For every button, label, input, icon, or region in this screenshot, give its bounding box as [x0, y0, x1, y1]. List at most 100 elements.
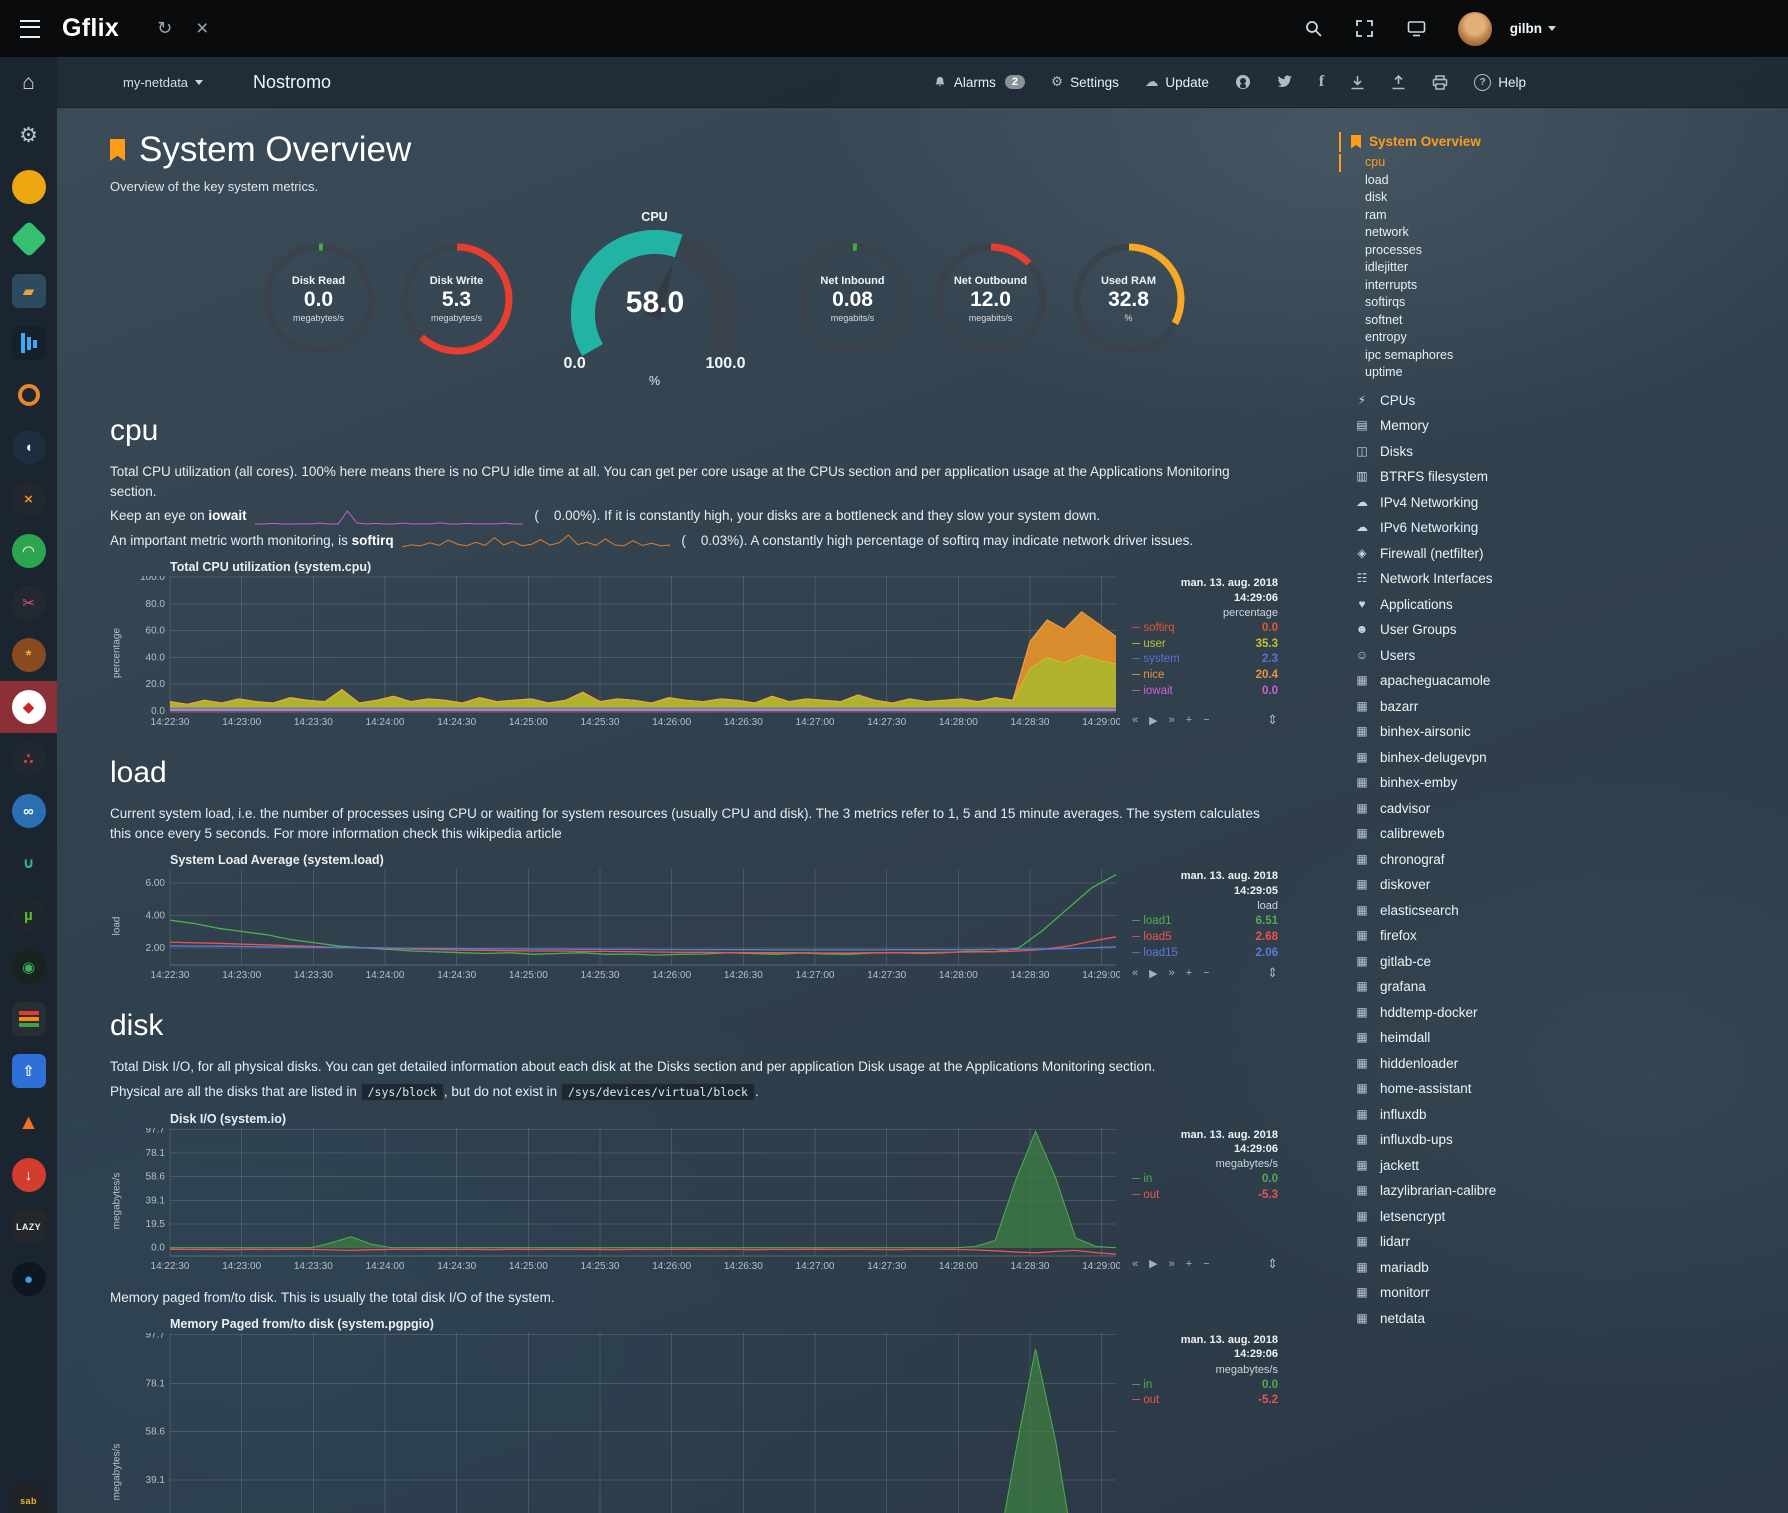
menu-sub-network[interactable]: network [1339, 224, 1788, 242]
app-pink-scissors-icon[interactable]: ✂ [0, 577, 57, 629]
menu-app-apacheguacamole[interactable]: ▦apacheguacamole [1339, 668, 1788, 694]
facebook-icon[interactable]: f [1319, 73, 1324, 91]
menu-sub-processes[interactable]: processes [1339, 242, 1788, 260]
app-green-u-icon[interactable]: µ [0, 889, 57, 941]
menu-app-heimdall[interactable]: ▦heimdall [1339, 1025, 1788, 1051]
app-shield-icon[interactable]: ◆ [0, 681, 57, 733]
chart-plot[interactable]: 14:22:3014:23:0014:23:3014:24:0014:24:30… [124, 1128, 1120, 1274]
menu-app-home-assistant[interactable]: ▦home-assistant [1339, 1076, 1788, 1102]
menu-app-hddtemp-docker[interactable]: ▦hddtemp-docker [1339, 1000, 1788, 1026]
chart-resize-handle[interactable]: ⇕ [1267, 965, 1278, 981]
menu-app-bazarr[interactable]: ▦bazarr [1339, 694, 1788, 720]
settings-gear-icon[interactable]: ⚙ [0, 109, 57, 161]
menu-disks[interactable]: ◫Disks [1339, 439, 1788, 465]
menu-sub-idlejitter[interactable]: idlejitter [1339, 259, 1788, 277]
chart-plot[interactable]: 14:22:3014:23:0014:23:3014:24:0014:24:30… [124, 869, 1120, 983]
legend-user[interactable]: ─ user35.3 [1132, 637, 1278, 653]
menu-firewall-netfilter-[interactable]: ◈Firewall (netfilter) [1339, 541, 1788, 567]
menu-app-firefox[interactable]: ▦firefox [1339, 923, 1788, 949]
chart-resize-handle[interactable]: ⇕ [1267, 712, 1278, 728]
menu-sub-cpu[interactable]: cpu [1339, 154, 1788, 172]
menu-app-lidarr[interactable]: ▦lidarr [1339, 1229, 1788, 1255]
displays-icon[interactable] [1407, 20, 1426, 37]
app-search-ring-icon[interactable] [0, 369, 57, 421]
chart-tool-button[interactable]: ▶ [1149, 1257, 1157, 1270]
chart-tool-button[interactable]: « [1132, 714, 1138, 726]
chart-tool-button[interactable]: + [1186, 1258, 1192, 1270]
legend-load5[interactable]: ─ load52.68 [1132, 930, 1278, 946]
menu-memory[interactable]: ▤Memory [1339, 413, 1788, 439]
app-orange-ball-icon[interactable] [0, 161, 57, 213]
menu-app-calibreweb[interactable]: ▦calibreweb [1339, 821, 1788, 847]
legend-in[interactable]: ─ in0.0 [1132, 1172, 1278, 1188]
menu-app-lazylibrarian-calibre[interactable]: ▦lazylibrarian-calibre [1339, 1178, 1788, 1204]
user-menu[interactable]: gilbn [1510, 21, 1556, 36]
chart-tool-button[interactable]: + [1186, 714, 1192, 726]
app-equalizer-icon[interactable] [0, 317, 57, 369]
menu-app-hiddenloader[interactable]: ▦hiddenloader [1339, 1051, 1788, 1077]
print-icon[interactable] [1432, 75, 1448, 90]
help-button[interactable]: ?Help [1474, 74, 1526, 91]
github-icon[interactable] [1235, 74, 1251, 90]
chart-tool-button[interactable]: » [1169, 967, 1175, 979]
app-green-diamond-icon[interactable] [0, 213, 57, 265]
legend-nice[interactable]: ─ nice20.4 [1132, 668, 1278, 684]
menu-sub-ipc-semaphores[interactable]: ipc semaphores [1339, 347, 1788, 365]
menu-app-monitorr[interactable]: ▦monitorr [1339, 1280, 1788, 1306]
menu-app-binhex-emby[interactable]: ▦binhex-emby [1339, 770, 1788, 796]
app-spider-icon[interactable]: * [0, 629, 57, 681]
hamburger-menu-icon[interactable] [20, 20, 40, 38]
menu-app-binhex-delugevpn[interactable]: ▦binhex-delugevpn [1339, 745, 1788, 771]
home-icon[interactable]: ⌂ [0, 57, 57, 109]
close-icon[interactable]: × [196, 17, 208, 41]
legend-load1[interactable]: ─ load16.51 [1132, 914, 1278, 930]
refresh-icon[interactable]: ↻ [157, 18, 172, 39]
app-fox-icon[interactable]: ▲ [0, 1097, 57, 1149]
menu-ipv6-networking[interactable]: ☁IPv6 Networking [1339, 515, 1788, 541]
menu-sub-interrupts[interactable]: interrupts [1339, 277, 1788, 295]
app-heimdall-icon[interactable] [0, 993, 57, 1045]
menu-cpus[interactable]: ⚡CPUs [1339, 388, 1788, 414]
app-dark-moon-icon[interactable]: ◖ [0, 421, 57, 473]
menu-user-groups[interactable]: ☻User Groups [1339, 617, 1788, 643]
menu-app-elasticsearch[interactable]: ▦elasticsearch [1339, 898, 1788, 924]
export-snapshot-icon[interactable] [1391, 75, 1406, 90]
chart-tool-button[interactable]: « [1132, 967, 1138, 979]
app-sabnzbd-icon[interactable]: sab [0, 1475, 57, 1513]
chart-plot[interactable]: 14:22:3014:23:0014:23:3014:24:0014:24:30… [124, 1333, 1120, 1513]
chart-plot[interactable]: 14:22:3014:23:0014:23:3014:24:0014:24:30… [124, 576, 1120, 730]
gauge-net-outbound[interactable]: Net Outbound12.0megabits/s [932, 240, 1050, 358]
menu-applications[interactable]: ♥Applications [1339, 592, 1788, 618]
app-dark-green-icon[interactable]: ◉ [0, 941, 57, 993]
menu-network-interfaces[interactable]: ☷Network Interfaces [1339, 566, 1788, 592]
chart-tool-button[interactable]: + [1186, 967, 1192, 979]
gauge-disk-read[interactable]: Disk Read0.0megabytes/s [260, 240, 378, 358]
menu-app-letsencrypt[interactable]: ▦letsencrypt [1339, 1204, 1788, 1230]
menu-app-gitlab-ce[interactable]: ▦gitlab-ce [1339, 949, 1788, 975]
menu-ipv4-networking[interactable]: ☁IPv4 Networking [1339, 490, 1788, 516]
menu-sub-softirqs[interactable]: softirqs [1339, 294, 1788, 312]
app-green-swirl-icon[interactable]: ◠ [0, 525, 57, 577]
gauge-cpu[interactable]: CPU58.00.0100.0% [560, 210, 750, 388]
menu-app-influxdb[interactable]: ▦influxdb [1339, 1102, 1788, 1128]
update-button[interactable]: ☁Update [1145, 74, 1209, 90]
app-download-icon[interactable]: ↓ [0, 1149, 57, 1201]
gauge-used-ram[interactable]: Used RAM32.8% [1070, 240, 1188, 358]
app-lazylibrarian-icon[interactable]: LAZY [0, 1201, 57, 1253]
chart-tool-button[interactable]: − [1203, 1258, 1209, 1270]
menu-app-influxdb-ups[interactable]: ▦influxdb-ups [1339, 1127, 1788, 1153]
legend-out[interactable]: ─ out-5.3 [1132, 1188, 1278, 1204]
legend-out[interactable]: ─ out-5.2 [1132, 1393, 1278, 1409]
chart-tool-button[interactable]: » [1169, 1258, 1175, 1270]
legend-load15[interactable]: ─ load152.06 [1132, 946, 1278, 962]
menu-sub-load[interactable]: load [1339, 172, 1788, 190]
menu-app-cadvisor[interactable]: ▦cadvisor [1339, 796, 1788, 822]
legend-system[interactable]: ─ system2.3 [1132, 652, 1278, 668]
app-blue-cloud-icon[interactable]: ∞ [0, 785, 57, 837]
app-blue-window-icon[interactable]: ⇧ [0, 1045, 57, 1097]
fullscreen-icon[interactable] [1356, 20, 1373, 37]
app-red-dots-icon[interactable]: ∴ [0, 733, 57, 785]
chart-tool-button[interactable]: « [1132, 1258, 1138, 1270]
chart-tool-button[interactable]: − [1203, 967, 1209, 979]
user-avatar[interactable] [1458, 12, 1492, 46]
